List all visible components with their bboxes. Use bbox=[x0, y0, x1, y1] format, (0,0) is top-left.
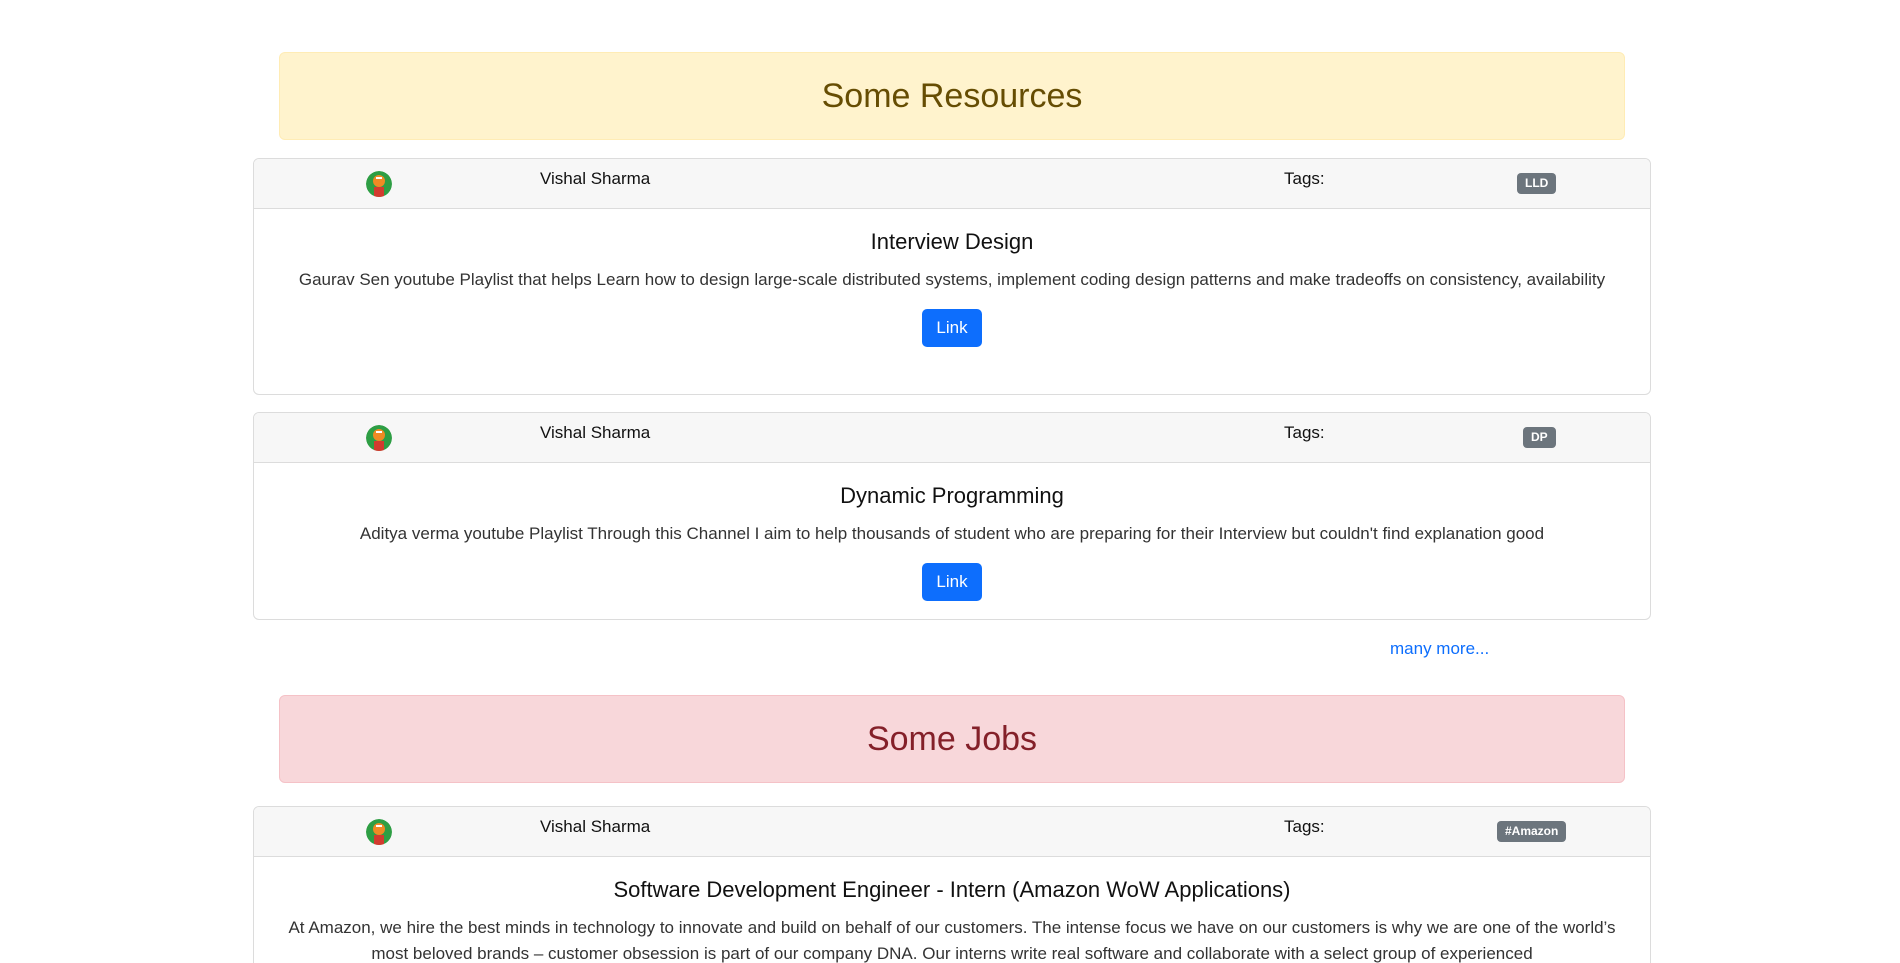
link-button[interactable]: Link bbox=[922, 309, 982, 347]
card-header: Vishal Sharma Tags: LLD bbox=[254, 159, 1650, 209]
tag-badge: LLD bbox=[1517, 173, 1557, 194]
card-description: At Amazon, we hire the best minds in tec… bbox=[288, 918, 1616, 963]
card-body: Dynamic Programming Aditya verma youtube… bbox=[254, 463, 1650, 601]
author-name: Vishal Sharma bbox=[540, 817, 651, 836]
tag-badge: #Amazon bbox=[1497, 821, 1567, 842]
card-title: Interview Design bbox=[870, 229, 1034, 254]
card-title: Software Development Engineer - Intern (… bbox=[613, 877, 1291, 902]
author-name: Vishal Sharma bbox=[540, 169, 651, 188]
card-header: Vishal Sharma Tags: #Amazon bbox=[254, 807, 1650, 857]
job-card: Vishal Sharma Tags: #Amazon Software Dev… bbox=[253, 806, 1651, 963]
many-more-link[interactable]: many more... bbox=[1390, 639, 1489, 659]
card-body: Software Development Engineer - Intern (… bbox=[254, 857, 1650, 963]
card-title: Dynamic Programming bbox=[840, 483, 1064, 508]
resource-card: Vishal Sharma Tags: DP Dynamic Programmi… bbox=[253, 412, 1651, 620]
link-button[interactable]: Link bbox=[922, 563, 982, 601]
card-description: Aditya verma youtube Playlist Through th… bbox=[359, 524, 1545, 543]
card-body: Interview Design Gaurav Sen youtube Play… bbox=[254, 209, 1650, 347]
jobs-heading: Some Jobs bbox=[866, 719, 1038, 758]
card-description: Gaurav Sen youtube Playlist that helps L… bbox=[298, 270, 1606, 289]
jobs-heading-banner: Some Jobs bbox=[279, 695, 1625, 783]
user-avatar-icon bbox=[366, 171, 392, 197]
tags-label: Tags: bbox=[1284, 817, 1325, 836]
resources-heading: Some Resources bbox=[821, 76, 1083, 115]
resource-card: Vishal Sharma Tags: LLD Interview Design… bbox=[253, 158, 1651, 395]
user-avatar-icon bbox=[366, 819, 392, 845]
author-name: Vishal Sharma bbox=[540, 423, 651, 442]
user-avatar-icon bbox=[366, 425, 392, 451]
resources-heading-banner: Some Resources bbox=[279, 52, 1625, 140]
card-header: Vishal Sharma Tags: DP bbox=[254, 413, 1650, 463]
tag-badge: DP bbox=[1523, 427, 1556, 448]
page: Some Resources Vishal Sharma Tags: LLD I… bbox=[0, 0, 1900, 963]
tags-label: Tags: bbox=[1284, 169, 1325, 188]
tags-label: Tags: bbox=[1284, 423, 1325, 442]
